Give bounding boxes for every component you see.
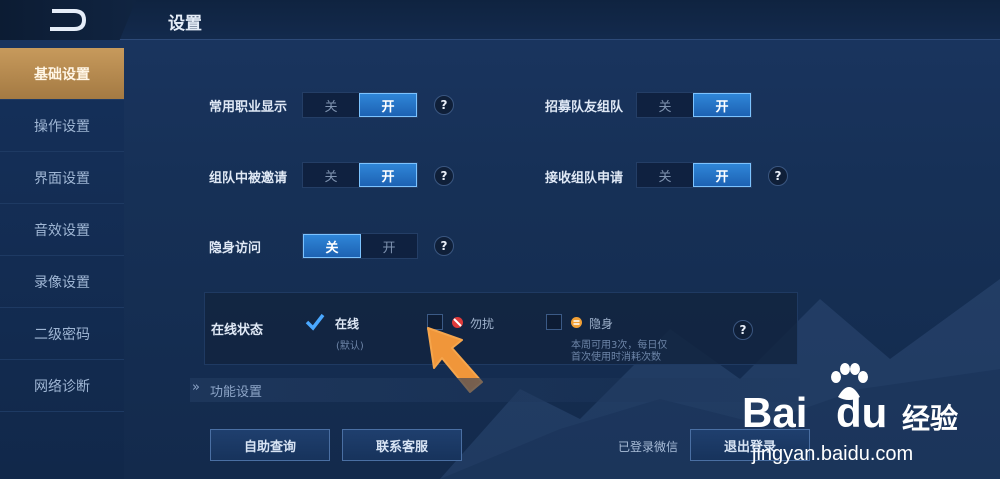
toggle-on[interactable]: 开: [361, 234, 417, 258]
online-status-label: 在线状态: [211, 323, 264, 338]
invited-in-team-label: 组队中被邀请: [209, 171, 288, 186]
toggle-off[interactable]: 关: [637, 163, 693, 187]
option-online-default: (默认): [336, 341, 364, 352]
toggle-off[interactable]: 关: [303, 163, 359, 187]
self-query-button[interactable]: 自助查询: [210, 429, 330, 461]
sidebar-item-recording[interactable]: 录像设置: [0, 256, 124, 308]
toggle-off[interactable]: 关: [637, 93, 693, 117]
function-settings-section[interactable]: » 功能设置: [190, 378, 800, 402]
invisible-status-icon: [571, 317, 582, 328]
top-bar: 设置: [0, 0, 1000, 40]
watermark-brand: Bai: [742, 389, 808, 436]
stealth-visit-toggle[interactable]: 关 开: [302, 233, 418, 259]
invited-in-team-toggle[interactable]: 关 开: [302, 162, 418, 188]
sidebar-item-controls[interactable]: 操作设置: [0, 100, 124, 152]
sidebar-item-network[interactable]: 网络诊断: [0, 360, 124, 412]
sidebar: 基础设置 操作设置 界面设置 音效设置 录像设置 二级密码 网络诊断: [0, 48, 124, 479]
job-display-toggle[interactable]: 关 开: [302, 92, 418, 118]
help-icon[interactable]: ?: [434, 95, 454, 115]
back-button[interactable]: [0, 0, 136, 40]
help-icon[interactable]: ?: [434, 166, 454, 186]
invisible-note-line2: 首次使用时消耗次数: [571, 352, 661, 363]
function-settings-label: 功能设置: [210, 384, 263, 400]
watermark-cn: 经验: [902, 402, 959, 435]
toggle-on[interactable]: 开: [693, 163, 751, 187]
invisible-checkbox[interactable]: [546, 314, 562, 330]
toggle-on[interactable]: 开: [693, 93, 751, 117]
sidebar-item-secondary-password[interactable]: 二级密码: [0, 308, 124, 360]
checkmark-icon[interactable]: [305, 313, 325, 331]
receive-request-label: 接收组队申请: [545, 171, 624, 186]
watermark-url: jingyan.baidu.com: [752, 443, 914, 465]
page-title: 设置: [168, 14, 202, 34]
recruit-team-label: 招募队友组队: [545, 100, 624, 115]
job-display-label: 常用职业显示: [209, 100, 288, 115]
toggle-on[interactable]: 开: [359, 93, 417, 117]
option-online-label: 在线: [335, 317, 360, 331]
toggle-off[interactable]: 关: [303, 93, 359, 117]
help-icon[interactable]: ?: [768, 166, 788, 186]
baidu-watermark: Bai du 经验 jingyan.baidu.com: [742, 363, 992, 473]
help-icon[interactable]: ?: [434, 236, 454, 256]
toggle-on[interactable]: 开: [359, 163, 417, 187]
logged-in-wechat-text: 已登录微信: [618, 440, 679, 454]
receive-request-toggle[interactable]: 关 开: [636, 162, 752, 188]
watermark-brand-du: du: [836, 389, 888, 436]
toggle-off[interactable]: 关: [303, 234, 361, 258]
chevron-right-icon: »: [192, 380, 200, 395]
recruit-team-toggle[interactable]: 关 开: [636, 92, 752, 118]
sidebar-item-basic[interactable]: 基础设置: [0, 48, 124, 100]
option-invisible-label: 隐身: [589, 317, 614, 331]
back-icon: [50, 9, 87, 31]
help-icon[interactable]: ?: [733, 320, 753, 340]
contact-service-button[interactable]: 联系客服: [342, 429, 462, 461]
sidebar-item-sound[interactable]: 音效设置: [0, 204, 124, 256]
online-status-panel: 在线状态 在线 (默认) 勿扰 隐身 本周可用3次，每日仅 首次使用时消耗次数 …: [204, 292, 798, 365]
stealth-visit-label: 隐身访问: [209, 241, 262, 256]
sidebar-item-interface[interactable]: 界面设置: [0, 152, 124, 204]
